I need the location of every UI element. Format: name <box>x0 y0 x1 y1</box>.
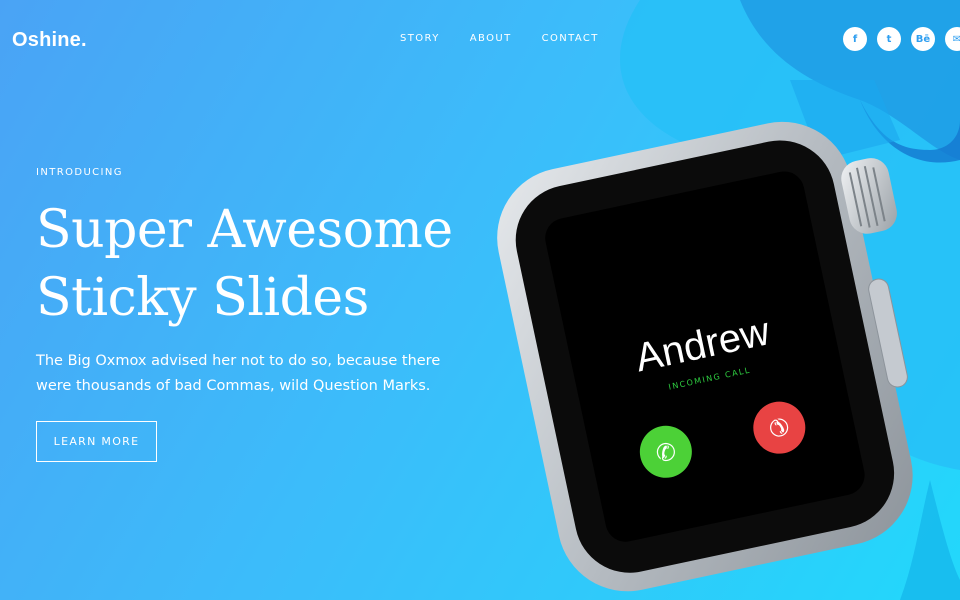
hero-subtext: The Big Oxmox advised her not to do so, … <box>36 353 441 394</box>
brand-logo[interactable]: Oshine. <box>12 29 87 52</box>
learn-more-button[interactable]: LEARN MORE <box>36 421 157 462</box>
social-links: f t Bē ✉ <box>843 27 960 51</box>
smartwatch-image: Andrew INCOMING CALL ✆ ✆ <box>497 80 913 592</box>
facebook-icon[interactable]: f <box>843 27 867 51</box>
behance-icon[interactable]: Bē <box>911 27 935 51</box>
nav-story[interactable]: STORY <box>400 33 440 44</box>
hero-eyebrow: INTRODUCING <box>36 167 123 178</box>
nav-contact[interactable]: CONTACT <box>542 33 599 44</box>
nav-about[interactable]: ABOUT <box>470 33 512 44</box>
headline-line-1: Super Awesome <box>36 200 453 260</box>
email-icon[interactable]: ✉ <box>945 27 960 51</box>
hero-headline: Super Awesome Sticky Slides <box>36 196 506 332</box>
main-nav: STORY ABOUT CONTACT <box>400 33 599 44</box>
twitter-icon[interactable]: t <box>877 27 901 51</box>
headline-line-2: Sticky Slides <box>36 268 369 328</box>
